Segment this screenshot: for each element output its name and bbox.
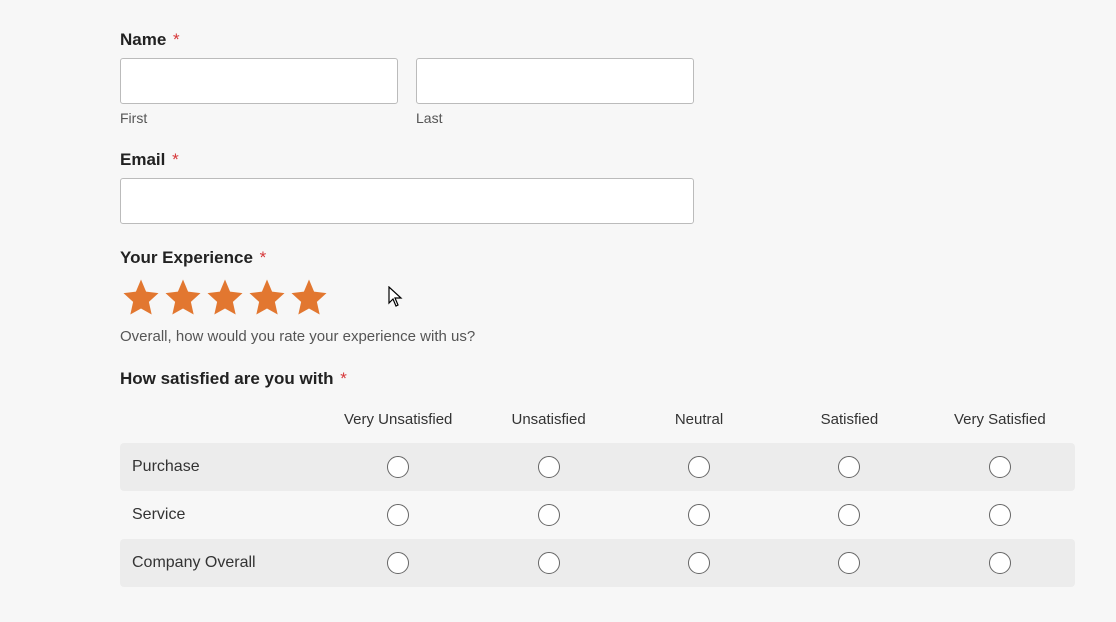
name-group: Name * First Last [120, 30, 1116, 126]
likert-header: Very Unsatisfied Unsatisfied Neutral Sat… [120, 403, 1075, 443]
email-label: Email * [120, 150, 1116, 170]
likert-col-header: Neutral [624, 403, 774, 443]
required-icon: * [173, 30, 180, 49]
radio-purchase-4[interactable] [838, 456, 860, 478]
cursor-icon [388, 286, 404, 308]
likert-col-header: Unsatisfied [473, 403, 623, 443]
first-name-input[interactable] [120, 58, 398, 104]
email-label-text: Email [120, 150, 165, 169]
likert-row-company: Company Overall [120, 539, 1075, 587]
star-rating [120, 276, 1116, 318]
likert-row-label: Purchase [120, 458, 323, 476]
radio-service-1[interactable] [387, 504, 409, 526]
star-1[interactable] [120, 276, 162, 318]
star-2[interactable] [162, 276, 204, 318]
radio-company-3[interactable] [688, 552, 710, 574]
radio-service-2[interactable] [538, 504, 560, 526]
likert-col-header: Very Unsatisfied [323, 403, 473, 443]
likert-row-label: Service [120, 506, 323, 524]
experience-label-text: Your Experience [120, 248, 253, 267]
satisfaction-label-text: How satisfied are you with [120, 369, 334, 388]
star-5[interactable] [288, 276, 330, 318]
name-row: First Last [120, 58, 1116, 126]
email-input[interactable] [120, 178, 694, 224]
star-4[interactable] [246, 276, 288, 318]
radio-purchase-2[interactable] [538, 456, 560, 478]
likert-header-spacer [120, 403, 323, 443]
first-name-sublabel: First [120, 110, 398, 126]
likert-row-service: Service [120, 491, 1075, 539]
radio-purchase-5[interactable] [989, 456, 1011, 478]
name-label-text: Name [120, 30, 166, 49]
last-name-sublabel: Last [416, 110, 694, 126]
radio-service-5[interactable] [989, 504, 1011, 526]
satisfaction-label: How satisfied are you with * [120, 369, 1116, 389]
radio-service-3[interactable] [688, 504, 710, 526]
radio-company-4[interactable] [838, 552, 860, 574]
radio-purchase-1[interactable] [387, 456, 409, 478]
satisfaction-group: How satisfied are you with * Very Unsati… [120, 369, 1116, 587]
last-name-col: Last [416, 58, 694, 126]
name-label: Name * [120, 30, 1116, 50]
likert-row-label: Company Overall [120, 554, 323, 572]
required-icon: * [260, 248, 267, 267]
experience-group: Your Experience * Overall, how would you… [120, 248, 1116, 345]
radio-company-2[interactable] [538, 552, 560, 574]
star-3[interactable] [204, 276, 246, 318]
radio-purchase-3[interactable] [688, 456, 710, 478]
required-icon: * [340, 369, 347, 388]
experience-label: Your Experience * [120, 248, 1116, 268]
likert-col-header: Satisfied [774, 403, 924, 443]
radio-company-5[interactable] [989, 552, 1011, 574]
email-group: Email * [120, 150, 1116, 224]
radio-company-1[interactable] [387, 552, 409, 574]
required-icon: * [172, 150, 179, 169]
experience-description: Overall, how would you rate your experie… [120, 328, 1116, 345]
first-name-col: First [120, 58, 398, 126]
last-name-input[interactable] [416, 58, 694, 104]
likert-col-header: Very Satisfied [925, 403, 1075, 443]
radio-service-4[interactable] [838, 504, 860, 526]
likert-table: Very Unsatisfied Unsatisfied Neutral Sat… [120, 403, 1075, 587]
likert-row-purchase: Purchase [120, 443, 1075, 491]
